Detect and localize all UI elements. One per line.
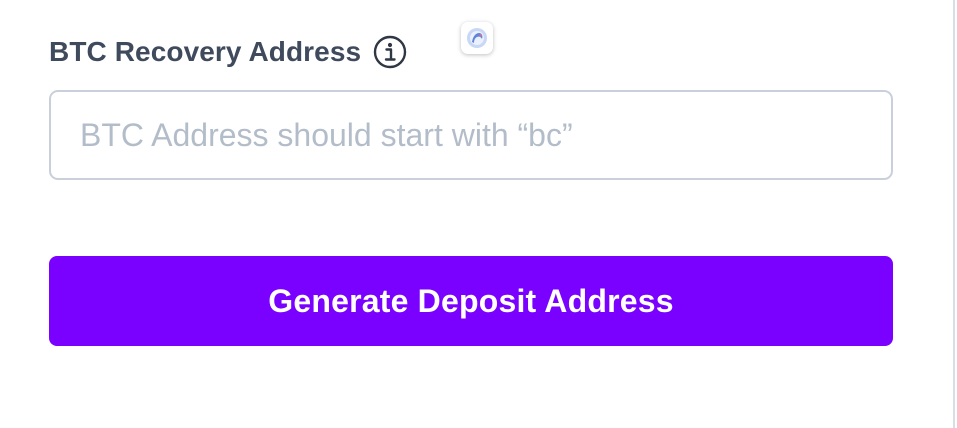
generate-deposit-address-button[interactable]: Generate Deposit Address xyxy=(49,256,893,346)
recovery-address-label-row: BTC Recovery Address xyxy=(49,30,407,74)
btc-recovery-address-input[interactable] xyxy=(49,90,893,180)
info-icon[interactable] xyxy=(373,35,407,69)
info-icon-glyph xyxy=(373,35,407,69)
recovery-address-label: BTC Recovery Address xyxy=(49,36,362,67)
deposit-form-panel: BTC Recovery Address Generate Deposit Ad… xyxy=(0,0,957,428)
extension-badge-icon[interactable] xyxy=(461,22,493,54)
extension-badge-glyph xyxy=(467,28,487,48)
panel-divider xyxy=(953,0,955,428)
